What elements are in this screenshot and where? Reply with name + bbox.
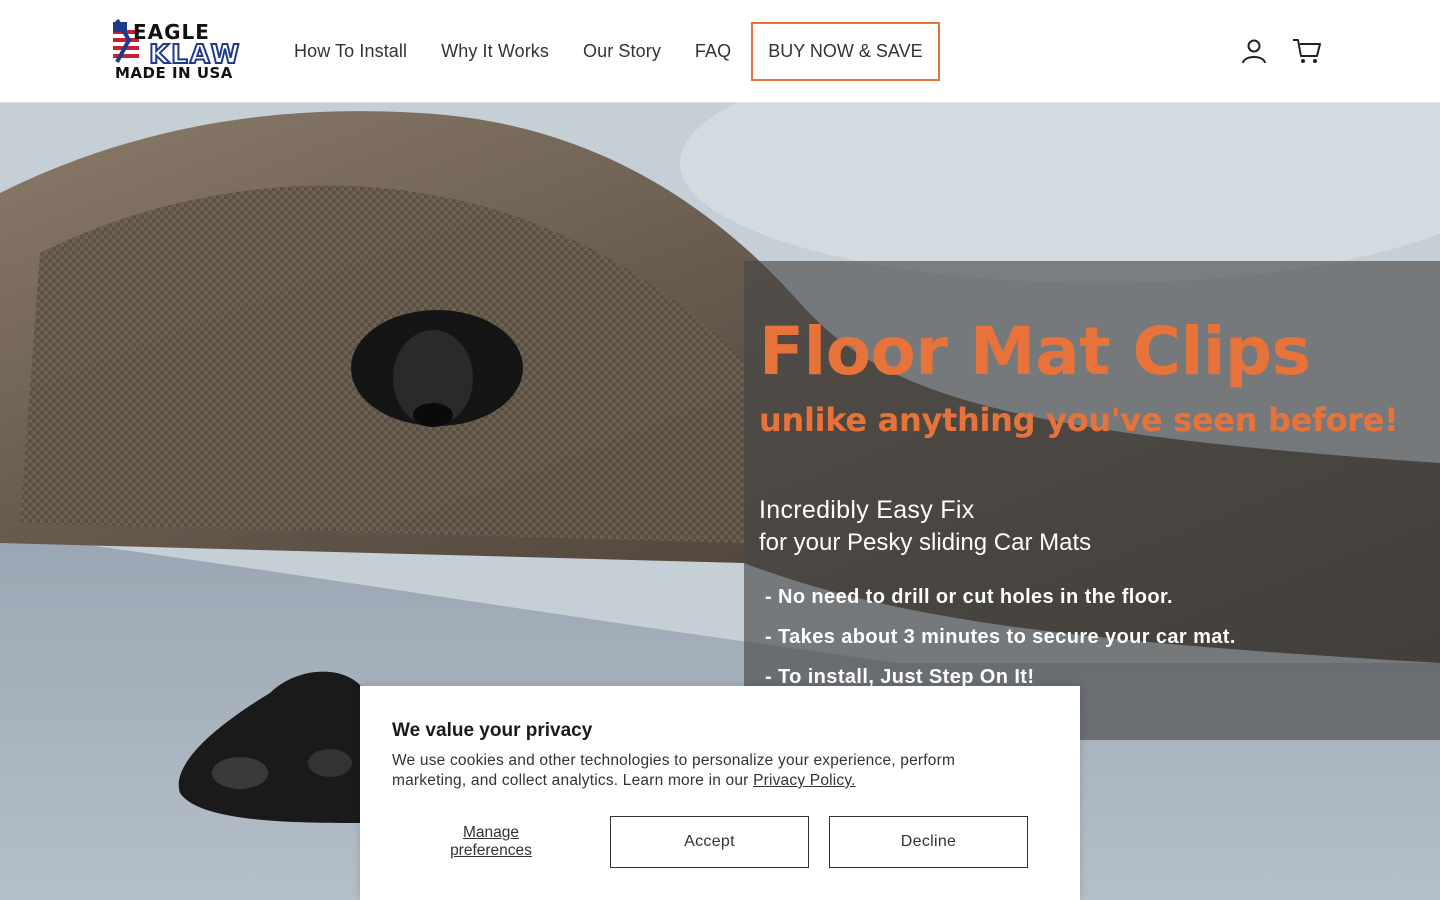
hero-bullet: - Takes about 3 minutes to secure your c… [765, 626, 1236, 648]
accept-button[interactable]: Accept [610, 816, 809, 868]
cookie-text: We use cookies and other technologies to… [392, 752, 956, 789]
nav-faq[interactable]: FAQ [678, 22, 748, 81]
nav-our-story[interactable]: Our Story [566, 22, 678, 81]
main-nav: How To Install Why It Works Our Story FA… [277, 22, 940, 81]
hero-tagline-1: Incredibly Easy Fix [759, 496, 975, 524]
privacy-policy-link[interactable]: Privacy Policy. [753, 772, 856, 789]
hero-bullet: - No need to drill or cut holes in the f… [765, 586, 1174, 608]
manage-preferences-link[interactable]: Manage preferences [420, 824, 562, 860]
eagle-klaw-logo[interactable]: EAGLE KLAW MADE IN USA [113, 18, 247, 82]
account-icon[interactable] [1240, 37, 1268, 65]
hero-subtitle: unlike anything you've seen before! [759, 401, 1399, 439]
cookie-title: We value your privacy [392, 720, 593, 741]
cart-icon[interactable] [1292, 37, 1321, 65]
cookie-description: We use cookies and other technologies to… [392, 751, 1032, 791]
buy-now-button[interactable]: BUY NOW & SAVE [751, 22, 940, 81]
decline-button[interactable]: Decline [829, 816, 1028, 868]
hero-title: Floor Mat Clips [759, 313, 1311, 390]
hero-tagline-2: for your Pesky sliding Car Mats [759, 529, 1092, 556]
logo-tagline: MADE IN USA [115, 64, 233, 82]
site-header: EAGLE KLAW MADE IN USA How To Install Wh… [0, 0, 1440, 103]
nav-how-to-install[interactable]: How To Install [277, 22, 424, 81]
hero-bullets: - No need to drill or cut holes in the f… [765, 583, 1236, 703]
nav-why-it-works[interactable]: Why It Works [424, 22, 566, 81]
cookie-consent-banner: We value your privacy We use cookies and… [360, 686, 1080, 900]
